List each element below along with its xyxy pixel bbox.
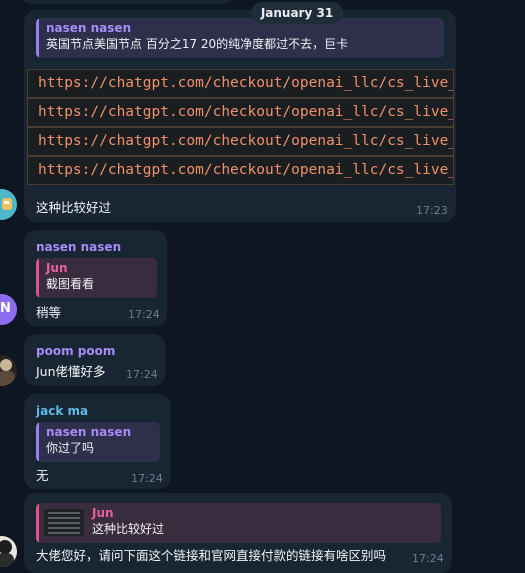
message-bubble[interactable]: jack ma nasen nasen 你过了吗 无 17:24 [24, 394, 171, 489]
sender-name[interactable]: poom poom [36, 344, 115, 358]
user-avatar[interactable] [0, 355, 17, 386]
code-line[interactable]: https://chatgpt.com/checkout/openai_llc/… [27, 69, 454, 98]
previous-message-bubble [22, 0, 232, 4]
message-text: 稍等 [36, 305, 62, 320]
message-text: 这种比较好过 [36, 200, 112, 215]
user-avatar[interactable]: N [0, 294, 17, 325]
reply-text: 这种比较好过 [92, 522, 165, 536]
user-avatar[interactable] [0, 189, 17, 220]
message-time: 17:24 [128, 308, 160, 321]
message-time: 17:24 [131, 472, 163, 485]
message-time: 17:24 [126, 368, 158, 381]
code-line[interactable]: https://chatgpt.com/checkout/openai_llc/… [27, 98, 454, 127]
message-text: Jun佬懂好多 [36, 364, 106, 379]
reply-author: Jun [46, 261, 68, 275]
code-line[interactable]: https://chatgpt.com/checkout/openai_llc/… [27, 156, 454, 185]
reply-author: nasen nasen [46, 425, 132, 439]
message-text: 大佬您好，请问下面这个链接和官网直接付款的链接有啥区别吗 [36, 548, 387, 563]
message-text: 无 [36, 468, 49, 483]
reply-text: 截图看看 [46, 277, 95, 291]
message-bubble[interactable]: nasen nasen Jun 截图看看 稍等 17:24 [24, 230, 167, 326]
reply-quote[interactable]: nasen nasen 英国节点美国节点 百分之17 20的纯净度都过不去，巨卡 [36, 18, 444, 58]
code-line[interactable]: https://chatgpt.com/checkout/openai_llc/… [27, 127, 454, 156]
date-separator: January 31 [251, 2, 343, 24]
avatar-initial: N [0, 301, 11, 316]
reply-thumbnail [44, 509, 84, 536]
reply-quote[interactable]: nasen nasen 你过了吗 [36, 422, 160, 462]
message-bubble[interactable]: Jun 这种比较好过 大佬您好，请问下面这个链接和官网直接付款的链接有啥区别吗 … [24, 493, 452, 573]
sender-name[interactable]: nasen nasen [36, 240, 121, 254]
message-time: 17:24 [412, 552, 444, 565]
reply-author: Jun [92, 506, 114, 520]
user-avatar[interactable] [0, 536, 17, 567]
message-bubble[interactable]: poom poom Jun佬懂好多 17:24 [24, 334, 165, 386]
reply-author: nasen nasen [46, 21, 132, 35]
reply-quote[interactable]: Jun 截图看看 [36, 258, 157, 298]
reply-text: 英国节点美国节点 百分之17 20的纯净度都过不去，巨卡 [46, 37, 349, 51]
reply-text: 你过了吗 [46, 441, 95, 455]
message-time: 17:23 [416, 204, 448, 217]
reply-quote[interactable]: Jun 这种比较好过 [36, 503, 441, 543]
sender-name[interactable]: jack ma [36, 404, 88, 418]
